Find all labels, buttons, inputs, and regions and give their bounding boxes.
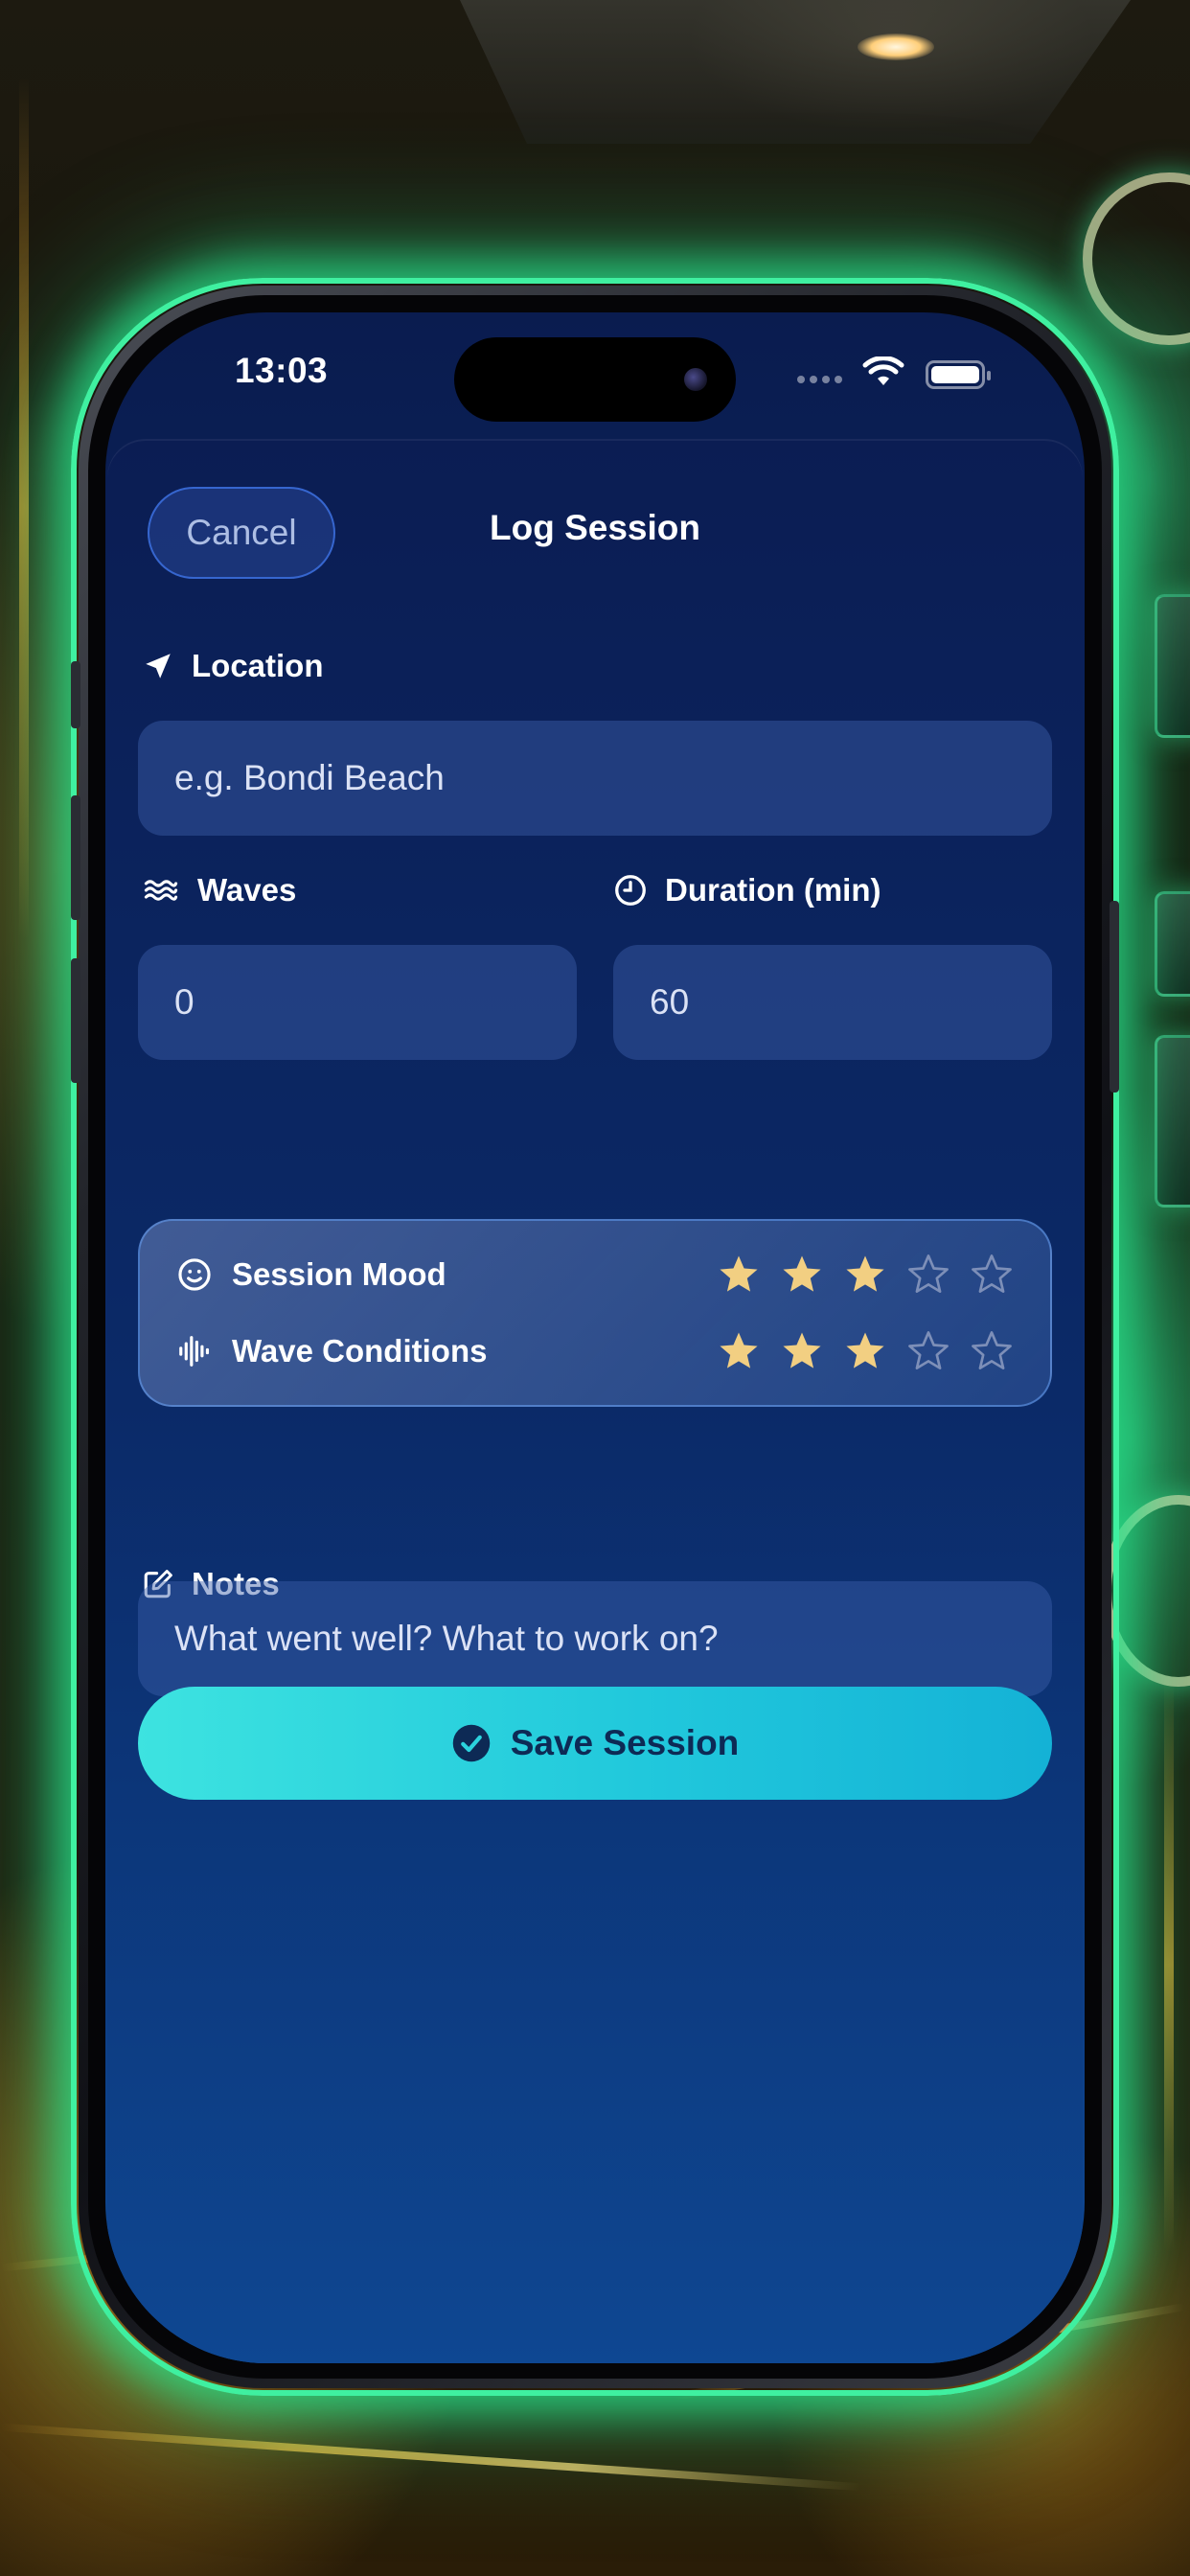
smiley-icon <box>178 1258 211 1291</box>
notes-placeholder: What went well? What to work on? <box>174 1619 719 1658</box>
neon-sign-ring <box>1083 172 1190 345</box>
duration-value: 60 <box>650 982 690 1022</box>
waves-value: 0 <box>174 982 195 1022</box>
ratings-card: Session Mood Wave Conditions <box>138 1219 1052 1407</box>
star-filled-icon[interactable] <box>717 1329 761 1373</box>
dynamic-island <box>454 337 736 422</box>
slot-machine-screen <box>1155 1035 1190 1208</box>
phone-power-button <box>1110 901 1119 1092</box>
battery-icon <box>926 360 991 389</box>
rating-row-wave-conditions: Wave Conditions <box>176 1322 1014 1380</box>
save-session-button[interactable]: Save Session <box>138 1687 1052 1800</box>
rating-label-session-mood: Session Mood <box>232 1256 446 1292</box>
phone-screen: 13:03 Cancel Log Session Location e.g. B… <box>105 312 1085 2363</box>
star-empty-icon[interactable] <box>970 1329 1014 1373</box>
phone-action-button <box>71 661 80 728</box>
save-session-label: Save Session <box>510 1723 740 1762</box>
star-rating <box>717 1253 1014 1297</box>
duration-label: Duration (min) <box>613 872 881 908</box>
gold-light-column <box>19 77 29 939</box>
location-label: Location <box>142 648 324 684</box>
location-placeholder: e.g. Bondi Beach <box>174 758 445 797</box>
gold-light-streak <box>0 2423 862 2492</box>
star-rating <box>717 1329 1014 1373</box>
status-time: 13:03 <box>235 351 329 390</box>
sheet-title: Log Session <box>490 508 700 547</box>
star-empty-icon[interactable] <box>906 1253 950 1297</box>
front-camera <box>684 368 707 391</box>
waves-label-text: Waves <box>197 872 297 908</box>
slot-machine-screen <box>1155 594 1190 738</box>
ceiling-panel <box>460 0 1131 144</box>
notes-input[interactable]: What went well? What to work on? <box>138 1581 1052 1696</box>
checkmark-circle-icon <box>452 1724 490 1762</box>
star-filled-icon[interactable] <box>780 1329 824 1373</box>
star-empty-icon[interactable] <box>970 1253 1014 1297</box>
cellular-signal-icon <box>797 376 842 383</box>
waveform-icon <box>179 1336 210 1367</box>
log-session-sheet: Cancel Log Session Location e.g. Bondi B… <box>107 439 1083 2363</box>
slot-machine-screen <box>1155 891 1190 997</box>
rating-row-session-mood: Session Mood <box>176 1246 1014 1303</box>
location-input[interactable]: e.g. Bondi Beach <box>138 721 1052 836</box>
phone-volume-up-button <box>71 795 80 920</box>
ceiling-lamp <box>858 34 934 60</box>
location-label-text: Location <box>192 648 324 683</box>
star-empty-icon[interactable] <box>906 1329 950 1373</box>
duration-input[interactable]: 60 <box>613 945 1052 1060</box>
waves-input[interactable]: 0 <box>138 945 577 1060</box>
phone-volume-down-button <box>71 958 80 1083</box>
rating-label-wave-conditions: Wave Conditions <box>232 1333 488 1368</box>
location-arrow-icon <box>146 654 171 678</box>
duration-label-text: Duration (min) <box>665 872 881 908</box>
star-filled-icon[interactable] <box>843 1253 887 1297</box>
gold-light-column <box>1164 1677 1174 2252</box>
star-filled-icon[interactable] <box>780 1253 824 1297</box>
clock-icon <box>615 875 646 906</box>
waves-label: Waves <box>142 872 296 908</box>
waves-icon <box>144 880 178 901</box>
wifi-icon <box>862 356 904 385</box>
star-filled-icon[interactable] <box>843 1329 887 1373</box>
star-filled-icon[interactable] <box>717 1253 761 1297</box>
